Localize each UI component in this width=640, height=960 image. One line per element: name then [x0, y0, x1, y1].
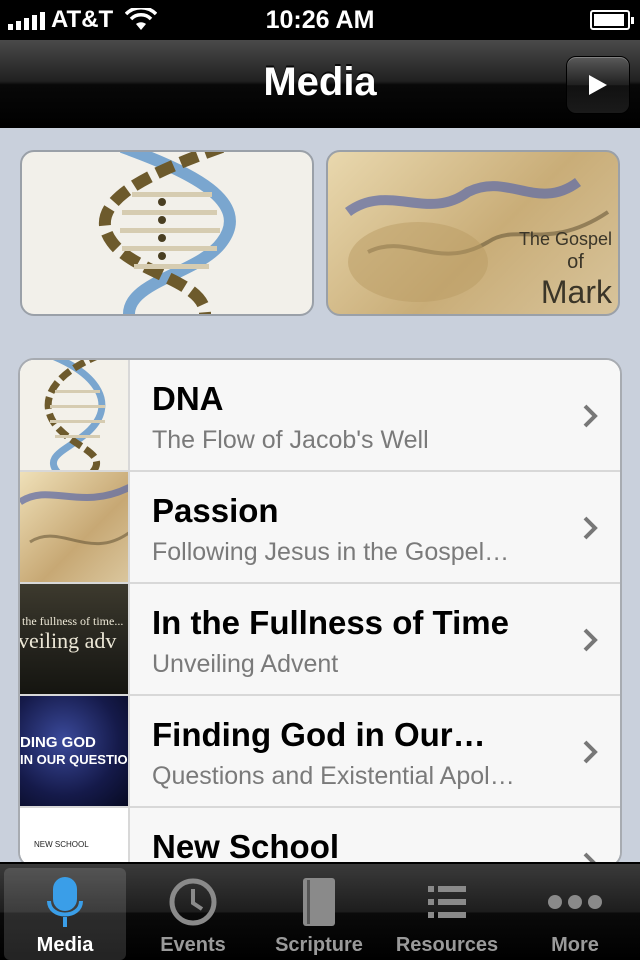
thumbnail-text: IN OUR QUESTION — [20, 752, 130, 767]
more-dots-icon — [548, 895, 602, 909]
chevron-right-icon — [583, 404, 598, 428]
featured-passion-label: The Gospel of Mark — [518, 229, 612, 310]
list-item-title: Passion — [152, 492, 279, 529]
list-item-subtitle: Following Jesus in the Gospel… — [152, 538, 510, 566]
list-item-new-school[interactable]: NEW SCHOOL New School — [20, 808, 620, 866]
thumbnail-dna — [20, 360, 130, 470]
tab-events[interactable]: Events — [132, 868, 254, 960]
page-title: Media — [263, 60, 377, 104]
thumbnail-text: the fullness of time... — [22, 614, 124, 628]
list-item-title: In the Fullness of Time — [152, 604, 509, 641]
thumbnail-text: veiling adv — [20, 628, 117, 653]
book-icon — [303, 878, 335, 926]
tab-media[interactable]: Media — [4, 868, 126, 960]
clock-icon — [169, 878, 217, 926]
thumbnail-passion — [20, 472, 130, 582]
navigation-bar: Media — [0, 40, 640, 128]
list-item-passion[interactable]: Passion Following Jesus in the Gospel… — [20, 472, 620, 584]
battery-icon — [590, 10, 634, 30]
list-item-subtitle: Questions and Existential Apol… — [152, 762, 515, 790]
list-item-subtitle: The Flow of Jacob's Well — [152, 426, 429, 454]
tab-bar: Media Events Scripture Resources More — [0, 862, 640, 960]
play-icon — [589, 75, 607, 95]
microphone-icon — [47, 877, 83, 927]
list-item-fullness-of-time[interactable]: the fullness of time... veiling adv In t… — [20, 584, 620, 696]
tab-label: Scripture — [275, 934, 363, 956]
tab-resources[interactable]: Resources — [386, 868, 508, 960]
status-time: 10:26 AM — [265, 6, 375, 34]
tab-label: Resources — [395, 934, 499, 956]
list-item-title: New School — [152, 828, 340, 865]
status-bar: AT&T 10:26 AM — [0, 0, 640, 40]
play-button[interactable] — [566, 56, 630, 114]
media-list: DNA The Flow of Jacob's Well Passion Fol… — [18, 358, 622, 868]
tab-label: Media — [36, 934, 94, 956]
featured-passion-card[interactable]: The Gospel of Mark — [326, 150, 620, 316]
featured-dna-card[interactable] — [20, 150, 314, 316]
thumbnail-text: DING GOD — [20, 734, 96, 751]
list-icon — [428, 886, 466, 918]
list-item-finding-god[interactable]: DING GOD IN OUR QUESTION Finding God in … — [20, 696, 620, 808]
list-item-subtitle: Unveiling Advent — [152, 650, 339, 678]
list-item-title: Finding God in Our… — [152, 716, 486, 753]
thumbnail-fullness-of-time: the fullness of time... veiling adv — [20, 584, 130, 694]
tab-scripture[interactable]: Scripture — [258, 868, 380, 960]
tab-label: Events — [160, 934, 226, 956]
chevron-right-icon — [583, 516, 598, 540]
tab-more[interactable]: More — [514, 868, 636, 960]
list-item-title: DNA — [152, 380, 224, 417]
featured-series: The Gospel of Mark — [0, 128, 640, 338]
thumbnail-finding-god: DING GOD IN OUR QUESTION — [20, 696, 130, 806]
tab-label: More — [551, 934, 599, 956]
chevron-right-icon — [583, 628, 598, 652]
list-item-dna[interactable]: DNA The Flow of Jacob's Well — [20, 360, 620, 472]
dna-helix-art — [99, 152, 236, 314]
thumbnail-new-school: NEW SCHOOL — [20, 808, 130, 866]
chevron-right-icon — [583, 740, 598, 764]
